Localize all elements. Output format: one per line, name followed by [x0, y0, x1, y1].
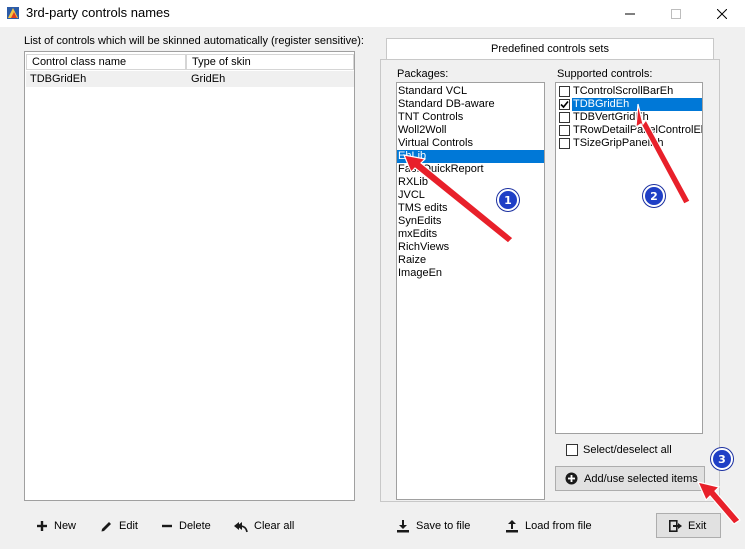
package-item[interactable]: TMS edits: [397, 202, 544, 215]
cell-class-name: TDBGridEh: [30, 73, 87, 85]
select-all-label[interactable]: Select/deselect all: [583, 444, 672, 456]
package-item[interactable]: TNT Controls: [397, 111, 544, 124]
new-label: New: [54, 520, 77, 532]
checkbox[interactable]: [559, 112, 570, 123]
supported-item-selected[interactable]: TDBGridEh: [556, 98, 702, 111]
package-item[interactable]: JVCL: [397, 189, 544, 202]
new-button[interactable]: New: [36, 517, 76, 535]
annotation-badge-1: 1: [497, 189, 519, 211]
supported-item-label: TDBVertGridEh: [573, 111, 649, 123]
load-from-file-button[interactable]: Load from file: [505, 517, 592, 535]
save-to-file-button[interactable]: Save to file: [396, 517, 470, 535]
checkbox-checked[interactable]: [559, 99, 570, 110]
package-item[interactable]: RXLib: [397, 176, 544, 189]
package-item[interactable]: ImageEn: [397, 267, 544, 280]
plus-circle-icon: [565, 472, 578, 485]
package-item[interactable]: SynEdits: [397, 215, 544, 228]
window-title: 3rd-party controls names: [26, 5, 170, 20]
supported-controls-label: Supported controls:: [557, 68, 653, 80]
cell-skin-type: GridEh: [191, 73, 226, 85]
package-item[interactable]: mxEdits: [397, 228, 544, 241]
packages-list[interactable]: Standard VCL Standard DB-aware TNT Contr…: [396, 82, 545, 500]
package-item[interactable]: Raize: [397, 254, 544, 267]
supported-controls-list[interactable]: TControlScrollBarEh TDBGridEh TDBVertGri…: [555, 82, 703, 434]
annotation-badge-2: 2: [643, 185, 665, 207]
table-row[interactable]: TDBGridEh GridEh: [26, 71, 354, 87]
exit-label: Exit: [688, 519, 707, 532]
maximize-icon: [671, 8, 681, 19]
packages-label: Packages:: [397, 68, 449, 80]
download-icon: [397, 520, 409, 533]
supported-item-label: TRowDetailPanelControlEh: [573, 124, 702, 136]
checkmark-icon: [560, 100, 569, 109]
annotation-badge-3: 3: [711, 448, 733, 470]
supported-item[interactable]: TRowDetailPanelControlEh: [556, 124, 702, 137]
checkbox[interactable]: [559, 86, 570, 97]
supported-item[interactable]: TSizeGripPanelEh: [556, 137, 702, 150]
package-item-selected[interactable]: EhLib: [397, 150, 544, 163]
supported-item-label: TSizeGripPanelEh: [573, 137, 664, 149]
delete-button[interactable]: Delete: [161, 517, 211, 535]
skinned-controls-label: List of controls which will be skinned a…: [24, 35, 364, 47]
undo-all-icon: [234, 521, 248, 532]
plus-icon: [37, 521, 47, 531]
pencil-icon: [101, 521, 111, 531]
minus-icon: [162, 524, 172, 528]
column-header-skin-type[interactable]: Type of skin: [186, 54, 354, 70]
package-item[interactable]: Standard VCL: [397, 85, 544, 98]
maximize-button[interactable]: [653, 0, 699, 27]
clear-all-label: Clear all: [254, 520, 295, 532]
close-button[interactable]: [699, 0, 745, 27]
add-selected-items-label: Add/use selected items: [584, 472, 698, 485]
title-bar: 3rd-party controls names: [0, 0, 745, 27]
add-selected-items-button[interactable]: Add/use selected items: [555, 466, 705, 491]
edit-label: Edit: [119, 520, 138, 532]
tab-predefined-controls-sets[interactable]: Predefined controls sets: [386, 38, 714, 60]
select-all-checkbox[interactable]: [566, 444, 578, 456]
checkbox[interactable]: [559, 138, 570, 149]
exit-button[interactable]: Exit: [656, 513, 721, 538]
skinned-controls-list[interactable]: Control class name Type of skin TDBGridE…: [24, 51, 355, 501]
delete-label: Delete: [179, 520, 211, 532]
package-item[interactable]: Virtual Controls: [397, 137, 544, 150]
column-header-class-name[interactable]: Control class name: [26, 54, 186, 70]
clear-all-button[interactable]: Clear all: [233, 517, 294, 535]
checkbox[interactable]: [559, 125, 570, 136]
package-item[interactable]: Woll2Woll: [397, 124, 544, 137]
supported-item[interactable]: TControlScrollBarEh: [556, 85, 702, 98]
load-from-file-label: Load from file: [525, 520, 592, 532]
package-item[interactable]: Standard DB-aware: [397, 98, 544, 111]
package-item[interactable]: RichViews: [397, 241, 544, 254]
supported-item-label: TDBGridEh: [572, 98, 702, 111]
exit-icon: [669, 519, 682, 532]
minimize-button[interactable]: [607, 0, 653, 27]
package-item[interactable]: Fast/QuickReport: [397, 163, 544, 176]
close-icon: [717, 8, 727, 19]
save-to-file-label: Save to file: [416, 520, 471, 532]
minimize-icon: [625, 13, 635, 14]
supported-item-label: TControlScrollBarEh: [573, 85, 674, 97]
edit-button[interactable]: Edit: [100, 517, 138, 535]
supported-item[interactable]: TDBVertGridEh: [556, 111, 702, 124]
app-icon: [7, 7, 19, 19]
upload-icon: [506, 520, 518, 533]
